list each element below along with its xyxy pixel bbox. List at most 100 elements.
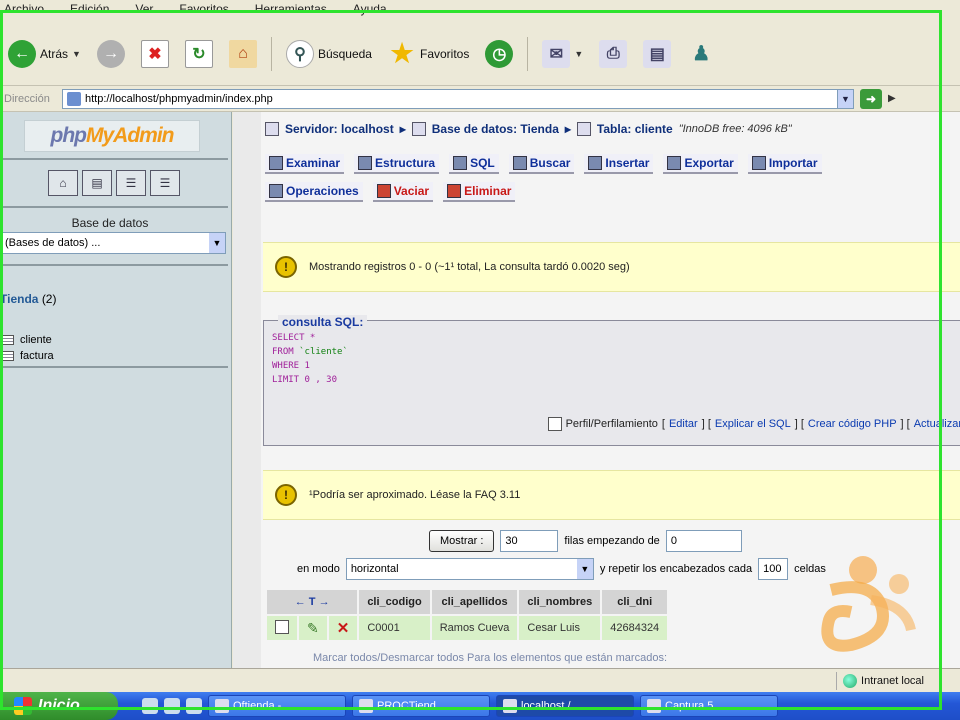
table-item-label[interactable]: factura <box>20 350 54 362</box>
favorites-button[interactable]: ★ Favoritos <box>384 34 473 74</box>
insert-icon <box>588 156 603 170</box>
pencil-icon[interactable]: ✎ <box>307 620 319 636</box>
show-rows-controls: Mostrar : 30 filas empezando de 0 <box>429 530 742 552</box>
sql-line-limit: LIMIT 0 , 30 <box>272 375 338 385</box>
messenger-button[interactable]: ♟ <box>683 34 719 74</box>
go-button[interactable]: ➜ <box>860 88 882 109</box>
explain-sql-link[interactable]: Explicar el SQL <box>715 418 791 430</box>
chevron-down-icon[interactable]: ▼ <box>576 559 593 579</box>
tab-label: Insertar <box>605 156 650 170</box>
address-input[interactable]: http://localhost/phpmyadmin/index.php ▼ <box>62 88 854 109</box>
tab-vaciar[interactable]: Vaciar <box>372 182 434 202</box>
taskbar-item-label: Oftienda - <box>233 700 282 712</box>
toolbar-separator <box>527 36 529 71</box>
row-edit-cell: ✎ <box>299 616 327 640</box>
table-icon[interactable] <box>0 335 14 345</box>
column-resize-header[interactable]: ← T → <box>267 590 358 614</box>
tab-label: Vaciar <box>393 184 430 198</box>
start-row-input[interactable]: 0 <box>665 530 742 552</box>
profiling-checkbox[interactable] <box>547 417 562 431</box>
menu-ayuda[interactable]: Ayuda <box>353 2 387 22</box>
show-button[interactable]: Mostrar : <box>429 530 495 552</box>
mail-dropdown-icon[interactable]: ▼ <box>574 49 583 59</box>
tab-label: SQL <box>470 156 495 170</box>
tab-bar-row2: Operaciones Vaciar Eliminar <box>265 182 516 202</box>
home-icon[interactable]: ⌂ <box>48 170 78 196</box>
docs-icon[interactable]: ☰ <box>116 170 146 196</box>
print-button[interactable]: ⎙ <box>595 34 631 74</box>
row-checkbox[interactable] <box>275 619 289 634</box>
tab-exportar[interactable]: Exportar <box>663 154 738 174</box>
table-item-label[interactable]: cliente <box>20 334 52 346</box>
quick-launch-icon[interactable] <box>142 698 158 714</box>
database-name[interactable]: Tienda (2) <box>0 292 56 306</box>
table-item-factura[interactable]: factura <box>0 350 54 362</box>
query-window-icon[interactable]: ▤ <box>82 170 112 196</box>
breadcrumb-table[interactable]: Tabla: cliente <box>597 122 673 136</box>
quick-launch-icon[interactable] <box>186 698 202 714</box>
menu-herramientas[interactable]: Herramientas <box>255 2 327 22</box>
tab-examinar[interactable]: Examinar <box>265 154 345 174</box>
forward-button[interactable]: → <box>93 34 129 74</box>
tab-eliminar[interactable]: Eliminar <box>443 182 516 202</box>
taskbar-item[interactable]: Oftienda - <box>208 695 346 717</box>
sql-query-legend: consulta SQL: <box>278 315 368 329</box>
breadcrumb-separator-icon: ▸ <box>399 122 406 136</box>
menu-archivo[interactable]: Archivo <box>4 2 44 22</box>
mode-label: en modo <box>297 563 340 575</box>
column-header-cli-codigo[interactable]: cli_codigo <box>359 590 430 614</box>
table-icon[interactable] <box>0 351 14 361</box>
edit-page-button[interactable]: ▤ <box>639 34 675 74</box>
tab-operaciones[interactable]: Operaciones <box>265 182 363 202</box>
stop-button[interactable]: ✖ <box>137 34 173 74</box>
edit-sql-link[interactable]: Editar <box>669 418 698 430</box>
tab-sql[interactable]: SQL <box>449 154 499 174</box>
sql-icon <box>453 156 468 170</box>
refresh-button[interactable]: ↻ <box>181 34 217 74</box>
structure-icon <box>358 156 373 170</box>
menu-edicion[interactable]: Edición <box>70 2 109 22</box>
tab-label: Estructura <box>375 156 436 170</box>
database-name-link[interactable]: Tienda <box>0 292 38 306</box>
phpmyadmin-logo[interactable]: php My Admin <box>24 120 200 152</box>
tab-buscar[interactable]: Buscar <box>508 154 575 174</box>
refresh-link[interactable]: Actualizar <box>914 418 960 430</box>
chevron-down-icon[interactable]: ▼ <box>209 233 225 253</box>
help-icon[interactable]: ☰ <box>150 170 180 196</box>
column-header-cli-apellidos[interactable]: cli_apellidos <box>431 590 518 614</box>
search-button[interactable]: ⚲ Búsqueda <box>282 34 376 74</box>
menu-favoritos[interactable]: Favoritos <box>179 2 228 22</box>
tab-estructura[interactable]: Estructura <box>354 154 440 174</box>
quick-launch-icon[interactable] <box>164 698 180 714</box>
breadcrumb-database[interactable]: Base de datos: Tienda <box>432 122 559 136</box>
repeat-headers-input[interactable]: 100 <box>758 558 789 580</box>
tab-insertar[interactable]: Insertar <box>584 154 654 174</box>
table-item-cliente[interactable]: cliente <box>0 334 52 346</box>
back-button[interactable]: ← Atrás ▼ <box>4 34 85 74</box>
favorites-label: Favoritos <box>419 46 470 61</box>
mode-select[interactable]: horizontal ▼ <box>345 558 594 580</box>
column-header-cli-dni[interactable]: cli_dni <box>602 590 668 614</box>
create-php-code-link[interactable]: Crear código PHP <box>808 418 897 430</box>
home-button[interactable]: ⌂ <box>225 34 261 74</box>
delete-x-icon[interactable]: ✕ <box>337 620 350 637</box>
watermark-logo <box>821 556 916 652</box>
address-dropdown-icon[interactable]: ▼ <box>837 89 853 108</box>
start-button[interactable]: Inicio <box>0 692 118 720</box>
taskbar-item[interactable]: PROCTiend... <box>352 695 490 717</box>
history-button[interactable]: ◷ <box>481 34 517 74</box>
breadcrumb-server[interactable]: Servidor: localhost <box>285 122 394 136</box>
bracket: ] [ <box>900 418 910 430</box>
check-all-row[interactable]: Marcar todos/Desmarcar todos Para los el… <box>313 652 667 664</box>
database-select[interactable]: (Bases de datos) ... ▼ <box>0 232 226 254</box>
menu-ver[interactable]: Ver <box>135 2 153 22</box>
taskbar-item[interactable]: Captura 5... <box>640 695 778 717</box>
star-icon: ★ <box>390 38 414 68</box>
back-label: Atrás <box>40 46 69 61</box>
taskbar-item-active[interactable]: localhost /... <box>496 695 634 717</box>
mail-button[interactable]: ✉ ▼ <box>538 34 587 74</box>
tab-importar[interactable]: Importar <box>747 154 822 174</box>
rows-count-input[interactable]: 30 <box>500 530 559 552</box>
back-dropdown-icon[interactable]: ▼ <box>72 49 81 59</box>
column-header-cli-nombres[interactable]: cli_nombres <box>519 590 601 614</box>
